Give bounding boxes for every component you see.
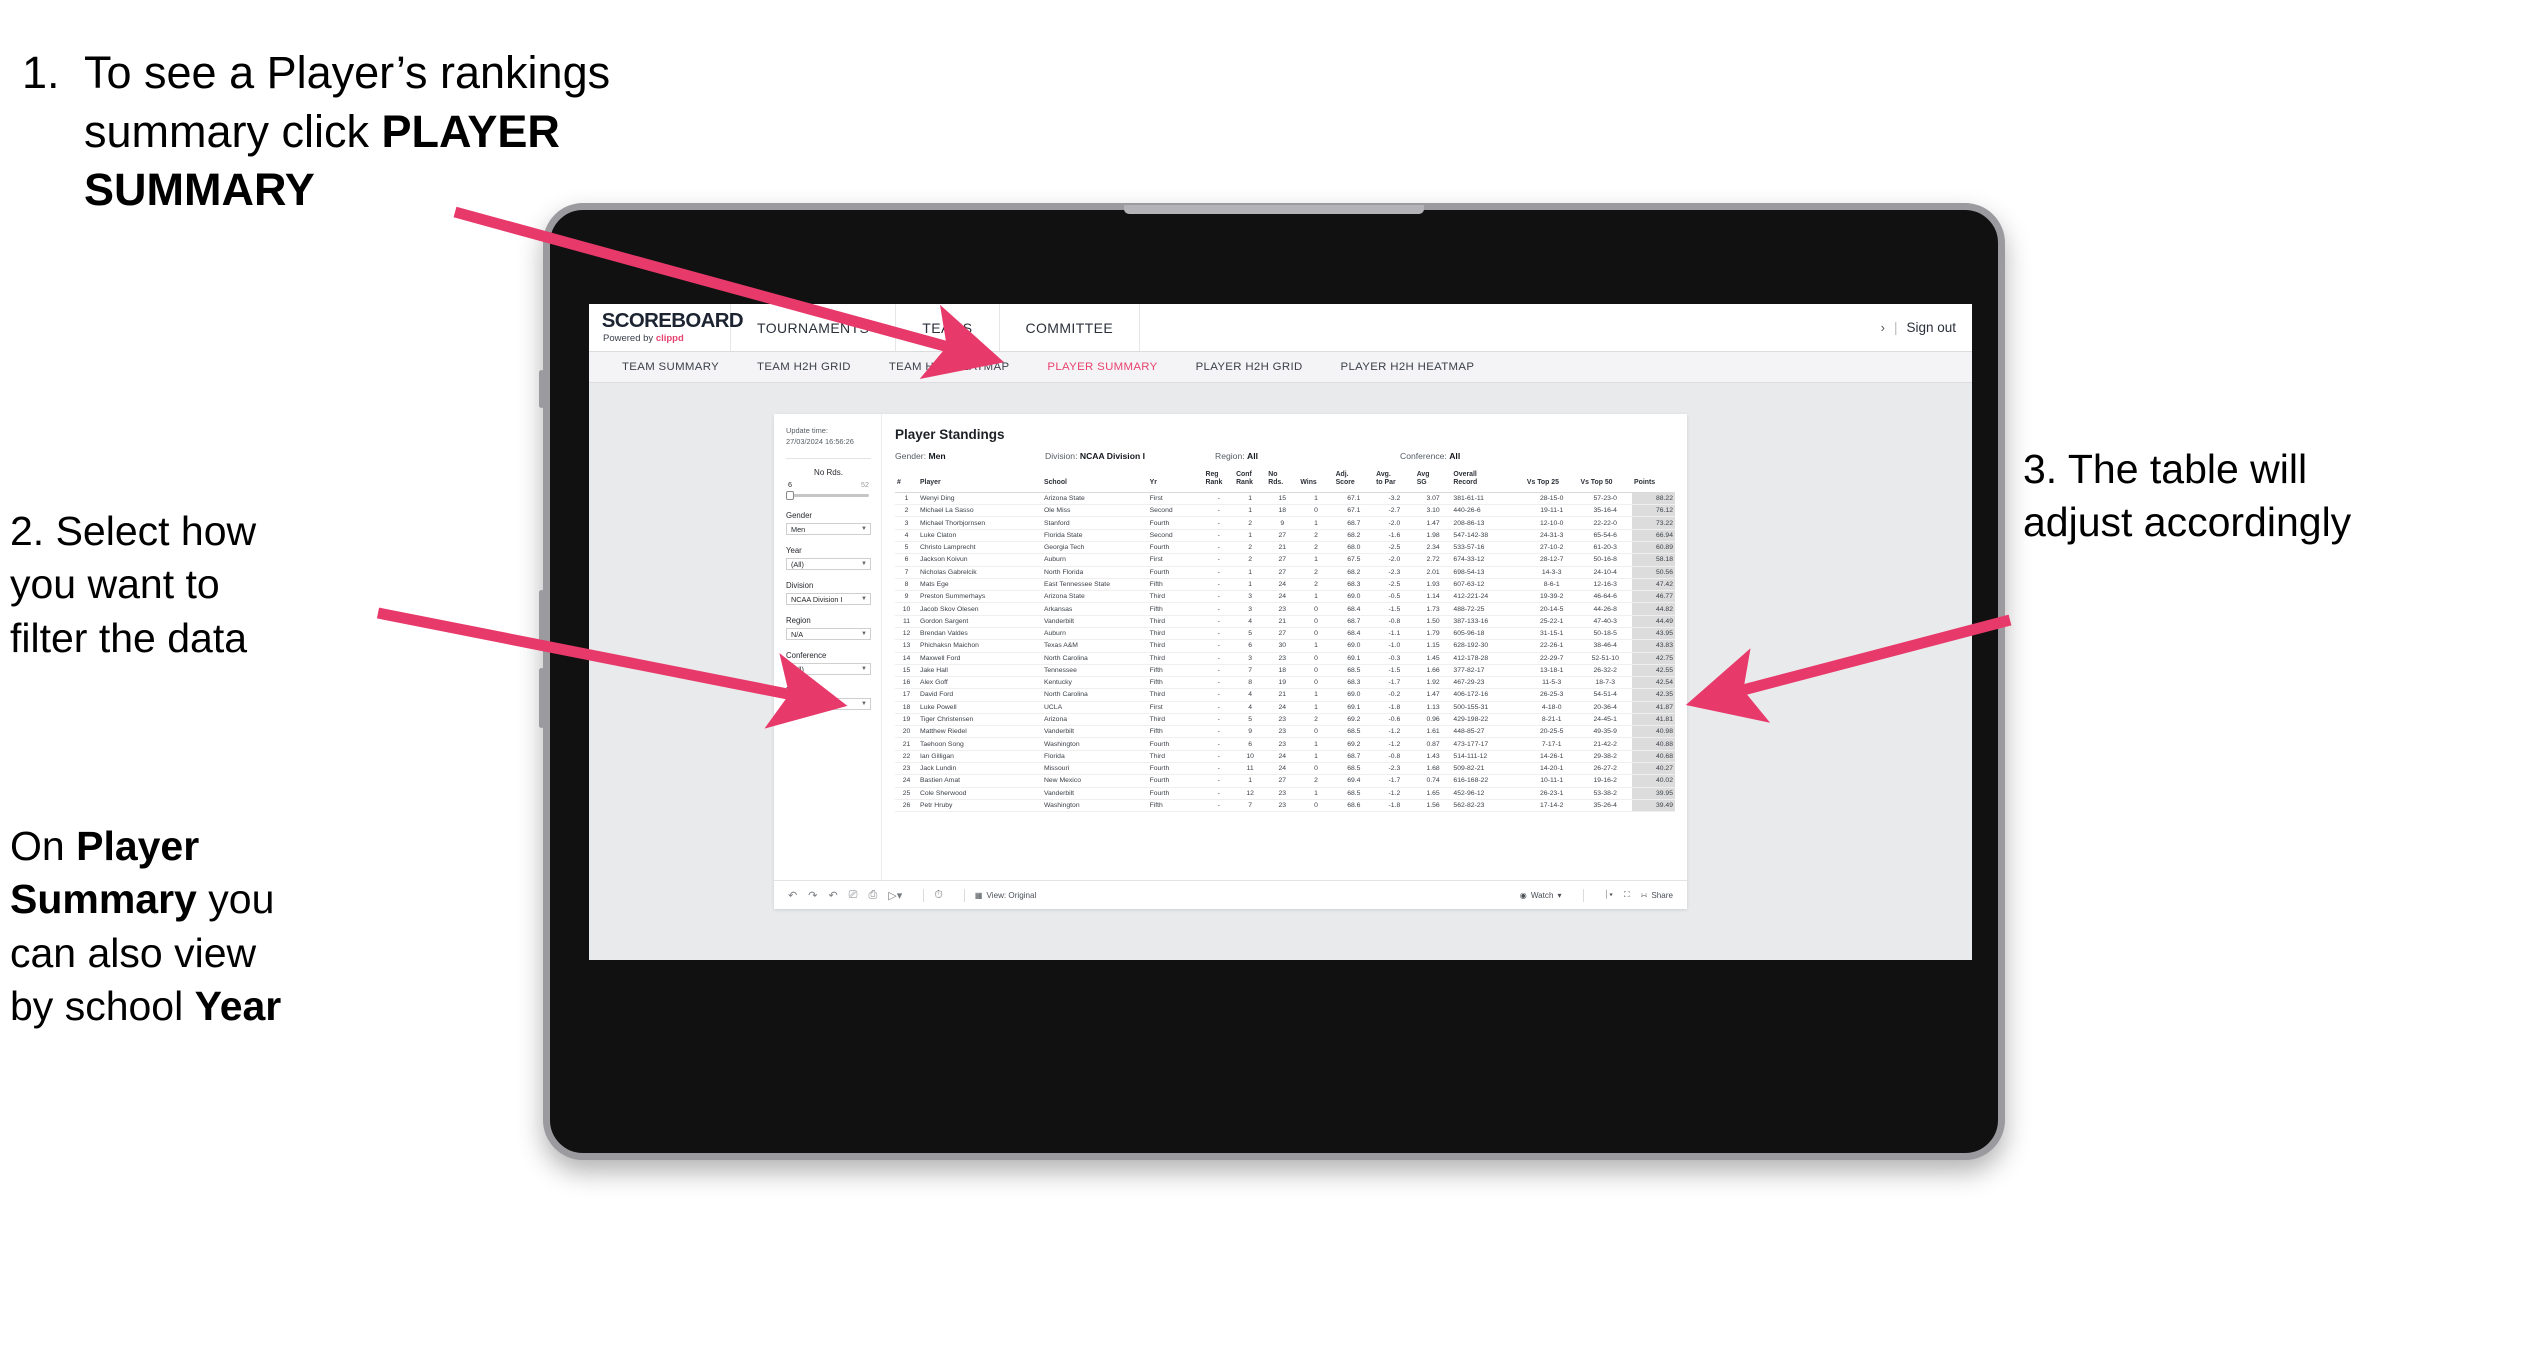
arrow-step-1	[453, 206, 1005, 380]
arrow-step-3	[1685, 614, 2012, 723]
slide-root: 1. To see a Player’s rankings summary cl…	[0, 0, 2526, 1359]
arrow-step-2	[376, 607, 848, 729]
arrow-layer	[376, 206, 2012, 729]
